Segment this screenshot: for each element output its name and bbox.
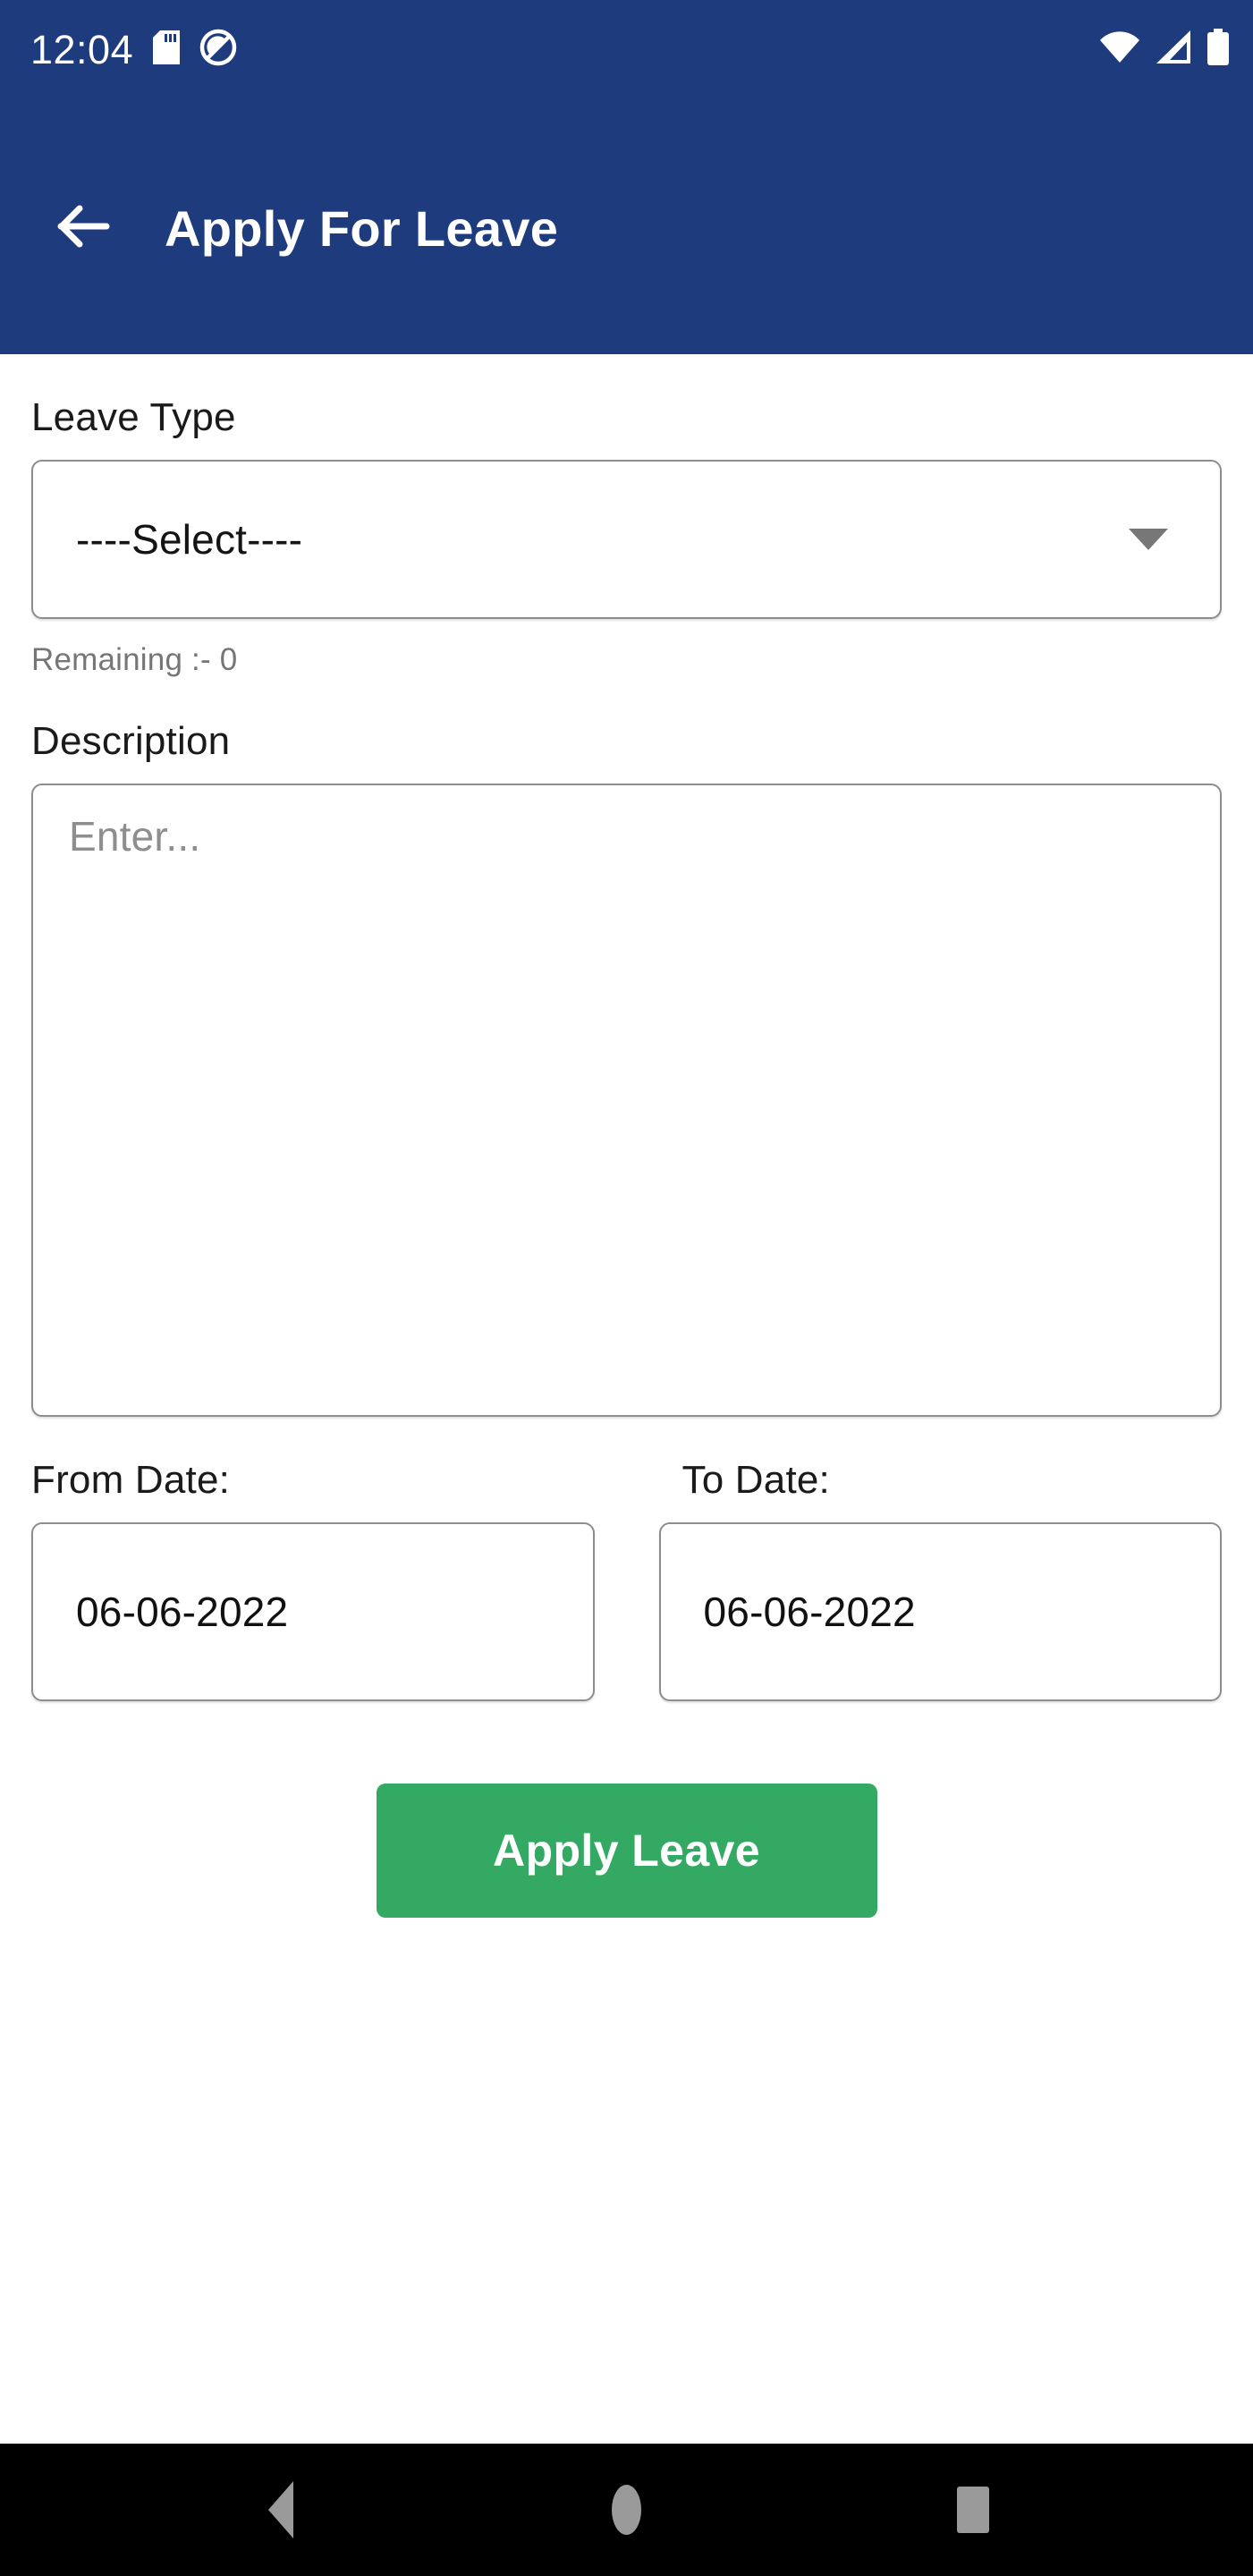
remaining-leave-text: Remaining :- 0 xyxy=(31,642,238,677)
app-bar-title-row: Apply For Leave xyxy=(0,152,1253,304)
nav-back-button[interactable] xyxy=(227,2456,334,2563)
to-date-input[interactable]: 06-06-2022 xyxy=(658,1522,1222,1701)
app-bar: 12:04 Apply For Leave xyxy=(0,0,1253,354)
wifi-icon xyxy=(1099,30,1140,69)
date-labels-row: From Date: To Date: xyxy=(31,1458,1222,1503)
sd-card-icon xyxy=(153,30,181,69)
chevron-down-icon xyxy=(1129,529,1168,550)
status-bar-left: 12:04 xyxy=(30,29,237,71)
nav-recents-button[interactable] xyxy=(919,2456,1027,2563)
android-navigation-bar xyxy=(0,2444,1253,2576)
battery-icon xyxy=(1206,28,1230,71)
phone-screen: 12:04 Apply For Leave Leave Type ----Sel… xyxy=(0,0,1253,2576)
form-content: Leave Type ----Select---- Remaining :- 0… xyxy=(0,354,1253,2444)
date-fields-row: 06-06-2022 06-06-2022 xyxy=(31,1522,1222,1701)
from-date-input[interactable]: 06-06-2022 xyxy=(31,1522,595,1701)
to-date-value: 06-06-2022 xyxy=(703,1589,916,1635)
leave-type-select[interactable]: ----Select---- xyxy=(31,460,1222,619)
submit-row: Apply Leave xyxy=(31,1784,1222,1918)
status-bar-right xyxy=(1099,28,1230,71)
back-arrow-icon xyxy=(56,205,110,252)
back-button[interactable] xyxy=(55,200,111,256)
do-not-disturb-icon xyxy=(199,29,237,71)
apply-leave-button[interactable]: Apply Leave xyxy=(376,1784,877,1918)
status-bar: 12:04 xyxy=(0,0,1253,98)
nav-home-button[interactable] xyxy=(573,2456,681,2563)
description-placeholder: Enter... xyxy=(69,813,201,860)
page-title: Apply For Leave xyxy=(165,199,559,257)
from-date-value: 06-06-2022 xyxy=(76,1589,289,1635)
from-date-label: From Date: xyxy=(31,1458,231,1502)
leave-type-label: Leave Type xyxy=(31,395,236,439)
leave-type-selected-value: ----Select---- xyxy=(76,516,303,563)
to-date-label: To Date: xyxy=(682,1458,830,1502)
description-label: Description xyxy=(31,719,231,763)
recents-square-icon xyxy=(956,2487,989,2533)
cellular-signal-icon xyxy=(1155,30,1192,69)
back-triangle-icon xyxy=(267,2481,293,2538)
home-circle-icon xyxy=(612,2485,641,2535)
description-input[interactable]: Enter... xyxy=(31,784,1222,1417)
status-bar-clock: 12:04 xyxy=(30,26,134,72)
